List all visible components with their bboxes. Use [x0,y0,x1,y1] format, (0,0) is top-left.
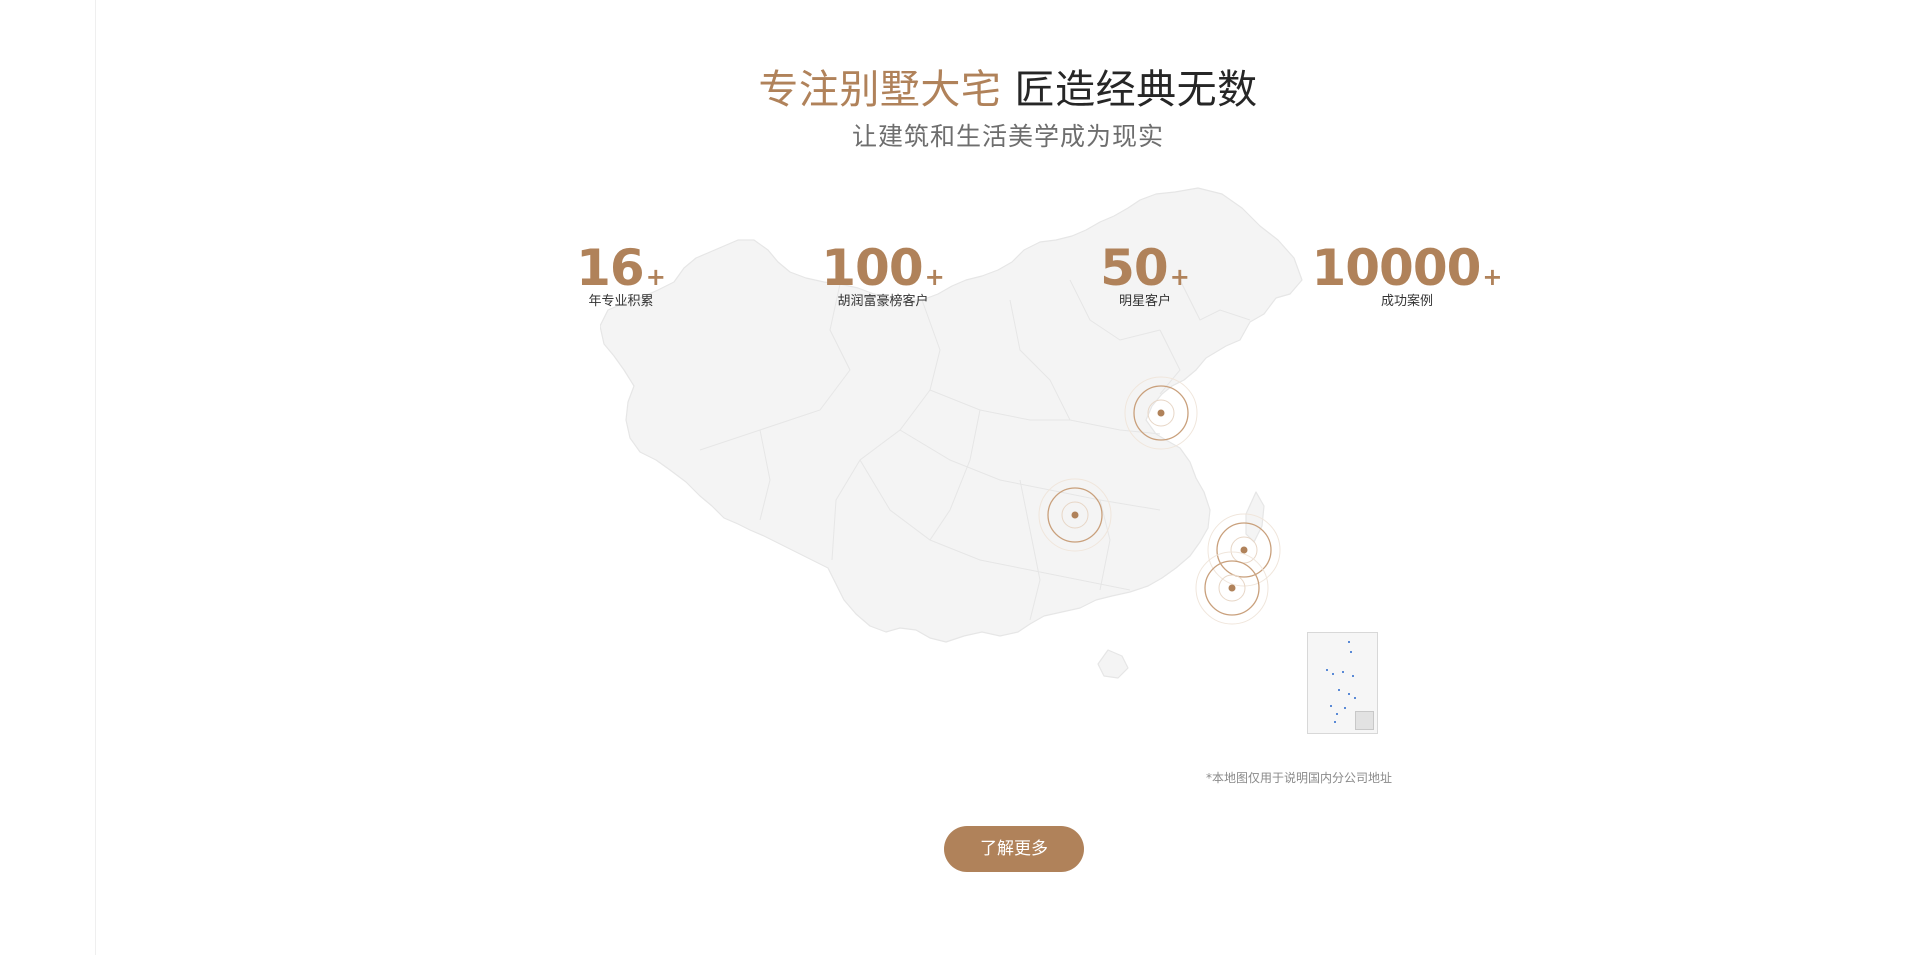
stat-hurun-clients: 100+ 胡润富豪榜客户 [763,240,1003,310]
south-china-sea-inset [1307,632,1378,734]
section-title: 专注别墅大宅 匠造经典无数 [0,62,1920,118]
stat-hurun-clients-plus: + [924,263,945,291]
stat-celebrity-clients-label: 明星客户 [1118,294,1171,309]
stat-cases: 10000+ 成功案例 [1287,240,1527,310]
stat-years: 16+ 年专业积累 [501,240,741,310]
section-title-main: 匠造经典无数 [1014,67,1258,113]
stat-hurun-clients-number: 100 [821,239,923,297]
stat-celebrity-clients: 50+ 明星客户 [1025,240,1265,310]
stat-celebrity-clients-plus: + [1169,263,1190,291]
section-title-accent: 专注别墅大宅 [758,67,1002,113]
stat-years-plus: + [645,263,666,291]
stat-celebrity-clients-number: 50 [1100,239,1169,297]
stat-years-number: 16 [576,239,645,297]
office-marker-hangzhou [1195,551,1269,625]
page: 专注别墅大宅 匠造经典无数 让建筑和生活美学成为现实 16+ 年专业积累 100… [0,0,1920,955]
map-disclaimer: *本地图仅用于说明国内分公司地址 [1206,771,1393,785]
stat-cases-plus: + [1482,263,1503,291]
section-subtitle: 让建筑和生活美学成为现实 [851,122,1164,151]
office-marker-shanghai [1207,513,1281,587]
learn-more-button[interactable]: 了解更多 [944,826,1084,872]
stat-cases-number: 10000 [1311,239,1481,297]
inset-corner-mark [1355,711,1374,730]
stat-hurun-clients-label: 胡润富豪榜客户 [837,294,929,309]
stat-years-label: 年专业积累 [588,294,654,309]
